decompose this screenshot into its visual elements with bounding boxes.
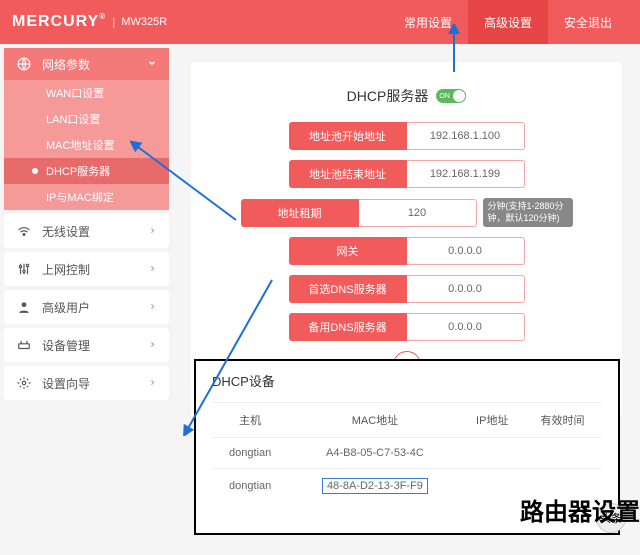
- input-dns1[interactable]: [407, 275, 525, 303]
- panel-title-row: DHCP服务器 ON: [219, 86, 594, 106]
- sidebar-wireless-label: 无线设置: [42, 223, 90, 240]
- chevron-down-icon: [147, 57, 157, 71]
- top-nav: 常用设置 高级设置 安全退出: [388, 0, 628, 44]
- col-host: 主机: [212, 403, 288, 438]
- sidebar-item-advuser[interactable]: 高级用户: [4, 290, 169, 324]
- brand-divider: |: [112, 15, 115, 29]
- input-lease[interactable]: [359, 199, 477, 227]
- sidebar-item-wan[interactable]: WAN口设置: [4, 80, 169, 106]
- row-lease: 地址租期 分钟(支持1-2880分钟，默认120分钟): [219, 198, 594, 227]
- sidebar-devmgmt-label: 设备管理: [42, 337, 90, 354]
- cell-ip: [462, 438, 523, 469]
- tab-advanced[interactable]: 高级设置: [468, 0, 548, 44]
- devices-title: DHCP设备: [212, 371, 602, 390]
- label-dns1: 首选DNS服务器: [289, 275, 407, 303]
- toggle-label: ON: [436, 93, 450, 100]
- cell-mac: 48-8A-D2-13-3F-F9: [288, 469, 461, 504]
- label-gateway: 网关: [289, 237, 407, 265]
- label-lease: 地址租期: [241, 199, 359, 227]
- chevron-right-icon: [148, 300, 157, 314]
- sidebar-item-wizard[interactable]: 设置向导: [4, 366, 169, 400]
- input-start[interactable]: [407, 122, 525, 150]
- table-row: dongtian A4-B8-05-C7-53-4C: [212, 438, 602, 469]
- gear-icon: [16, 376, 32, 390]
- sidebar-item-devmgmt[interactable]: 设备管理: [4, 328, 169, 362]
- sidebar-item-lan[interactable]: LAN口设置: [4, 106, 169, 132]
- app-header: MERCURY ® | MW325R 常用设置 高级设置 安全退出: [0, 0, 640, 44]
- sidebar-network-items: WAN口设置 LAN口设置 MAC地址设置 DHCP服务器 IP与MAC绑定: [4, 80, 169, 210]
- sidebar: 网络参数 WAN口设置 LAN口设置 MAC地址设置 DHCP服务器 IP与MA…: [0, 44, 173, 555]
- row-start: 地址池开始地址: [219, 122, 594, 150]
- col-mac: MAC地址: [288, 403, 461, 438]
- table-header: 主机 MAC地址 IP地址 有效时间: [212, 403, 602, 438]
- chevron-right-icon: [148, 262, 157, 276]
- cell-time: [523, 469, 602, 504]
- router-icon: [16, 338, 32, 352]
- row-dns2: 备用DNS服务器: [219, 313, 594, 341]
- chevron-right-icon: [148, 338, 157, 352]
- cell-mac-highlighted: 48-8A-D2-13-3F-F9: [322, 478, 428, 494]
- tab-basic[interactable]: 常用设置: [388, 0, 468, 44]
- cell-time: [523, 438, 602, 469]
- brand-model: MW325R: [121, 16, 167, 28]
- col-ip: IP地址: [462, 403, 523, 438]
- col-time: 有效时间: [523, 403, 602, 438]
- label-dns2: 备用DNS服务器: [289, 313, 407, 341]
- label-end: 地址池结束地址: [289, 160, 407, 188]
- tab-logout[interactable]: 安全退出: [548, 0, 628, 44]
- sidebar-group-network: 网络参数 WAN口设置 LAN口设置 MAC地址设置 DHCP服务器 IP与MA…: [4, 48, 169, 210]
- sidebar-control-label: 上网控制: [42, 261, 90, 278]
- brand-logo: MERCURY ®: [12, 13, 106, 31]
- devices-panel: DHCP设备 主机 MAC地址 IP地址 有效时间 dongtian A4-B8…: [194, 359, 620, 535]
- sidebar-item-wireless[interactable]: 无线设置: [4, 214, 169, 248]
- input-end[interactable]: [407, 160, 525, 188]
- sidebar-network-label: 网络参数: [42, 56, 90, 73]
- globe-icon: [16, 57, 32, 71]
- chevron-right-icon: [148, 224, 157, 238]
- sidebar-item-mac[interactable]: MAC地址设置: [4, 132, 169, 158]
- brand-reg: ®: [99, 12, 106, 21]
- hint-lease: 分钟(支持1-2880分钟，默认120分钟): [483, 198, 573, 227]
- cell-mac: A4-B8-05-C7-53-4C: [288, 438, 461, 469]
- chevron-right-icon: [148, 376, 157, 390]
- sidebar-item-ipmac[interactable]: IP与MAC绑定: [4, 184, 169, 210]
- devices-table: 主机 MAC地址 IP地址 有效时间 dongtian A4-B8-05-C7-…: [212, 402, 602, 503]
- wifi-icon: [16, 224, 32, 238]
- row-end: 地址池结束地址: [219, 160, 594, 188]
- label-start: 地址池开始地址: [289, 122, 407, 150]
- sidebar-head-network[interactable]: 网络参数: [4, 48, 169, 80]
- row-gateway: 网关: [219, 237, 594, 265]
- avatar-cutoff: 头条: [596, 503, 626, 533]
- sidebar-wizard-label: 设置向导: [42, 375, 90, 392]
- sidebar-advuser-label: 高级用户: [42, 299, 90, 316]
- cell-host: dongtian: [212, 469, 288, 504]
- brand-text: MERCURY: [12, 13, 99, 31]
- dhcp-toggle[interactable]: ON: [436, 89, 466, 103]
- input-gateway[interactable]: [407, 237, 525, 265]
- sidebar-item-dhcp[interactable]: DHCP服务器: [4, 158, 169, 184]
- panel-title: DHCP服务器: [347, 86, 429, 106]
- cell-host: dongtian: [212, 438, 288, 469]
- cell-ip: [462, 469, 523, 504]
- sliders-icon: [16, 262, 32, 276]
- sidebar-item-control[interactable]: 上网控制: [4, 252, 169, 286]
- row-dns1: 首选DNS服务器: [219, 275, 594, 303]
- table-row: dongtian 48-8A-D2-13-3F-F9: [212, 469, 602, 504]
- input-dns2[interactable]: [407, 313, 525, 341]
- user-icon: [16, 300, 32, 314]
